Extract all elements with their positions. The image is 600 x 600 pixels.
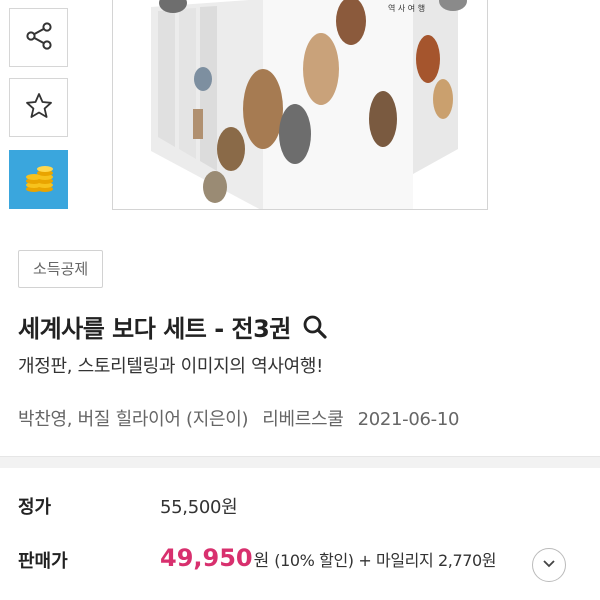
share-button[interactable] <box>9 8 68 67</box>
product-title: 세계사를 보다 세트 - 전3권 <box>18 315 291 343</box>
product-image[interactable]: 역 사 여 행 <box>112 0 488 210</box>
points-button[interactable] <box>9 150 68 209</box>
wishlist-button[interactable] <box>9 78 68 137</box>
sale-price-row: 49,950 원 (10% 할인) + 마일리지 2,770원 <box>160 544 497 572</box>
cover-spine-text: 역 사 여 행 <box>388 3 425 13</box>
discount-mileage-info: (10% 할인) + 마일리지 2,770원 <box>274 551 497 570</box>
sale-price-value: 49,950 <box>160 544 253 572</box>
share-icon <box>23 20 55 56</box>
list-price-value: 55,500원 <box>160 497 238 518</box>
publish-date: 2021-06-10 <box>357 409 460 430</box>
product-subtitle: 개정판, 스토리텔링과 이미지의 역사여행! <box>18 356 324 377</box>
sale-price-label: 판매가 <box>18 551 68 572</box>
coins-icon <box>21 160 57 200</box>
publisher-link[interactable]: 리베르스쿨 <box>262 409 344 430</box>
star-icon <box>24 91 54 125</box>
section-divider <box>0 456 600 468</box>
authors-link[interactable]: 박찬영, 버질 힐라이어 (지은이) <box>18 409 249 430</box>
search-icon[interactable] <box>301 313 329 341</box>
title-row: 세계사를 보다 세트 - 전3권 <box>18 309 329 344</box>
price-expand-button[interactable] <box>532 548 566 582</box>
author-publisher-line: 박찬영, 버질 힐라이어 (지은이) 리베르스쿨 2021-06-10 <box>18 405 459 431</box>
list-price-label: 정가 <box>18 497 52 518</box>
income-deduction-badge: 소득공제 <box>18 250 104 288</box>
chevron-down-icon <box>541 555 557 575</box>
sale-price-unit: 원 <box>253 551 270 571</box>
